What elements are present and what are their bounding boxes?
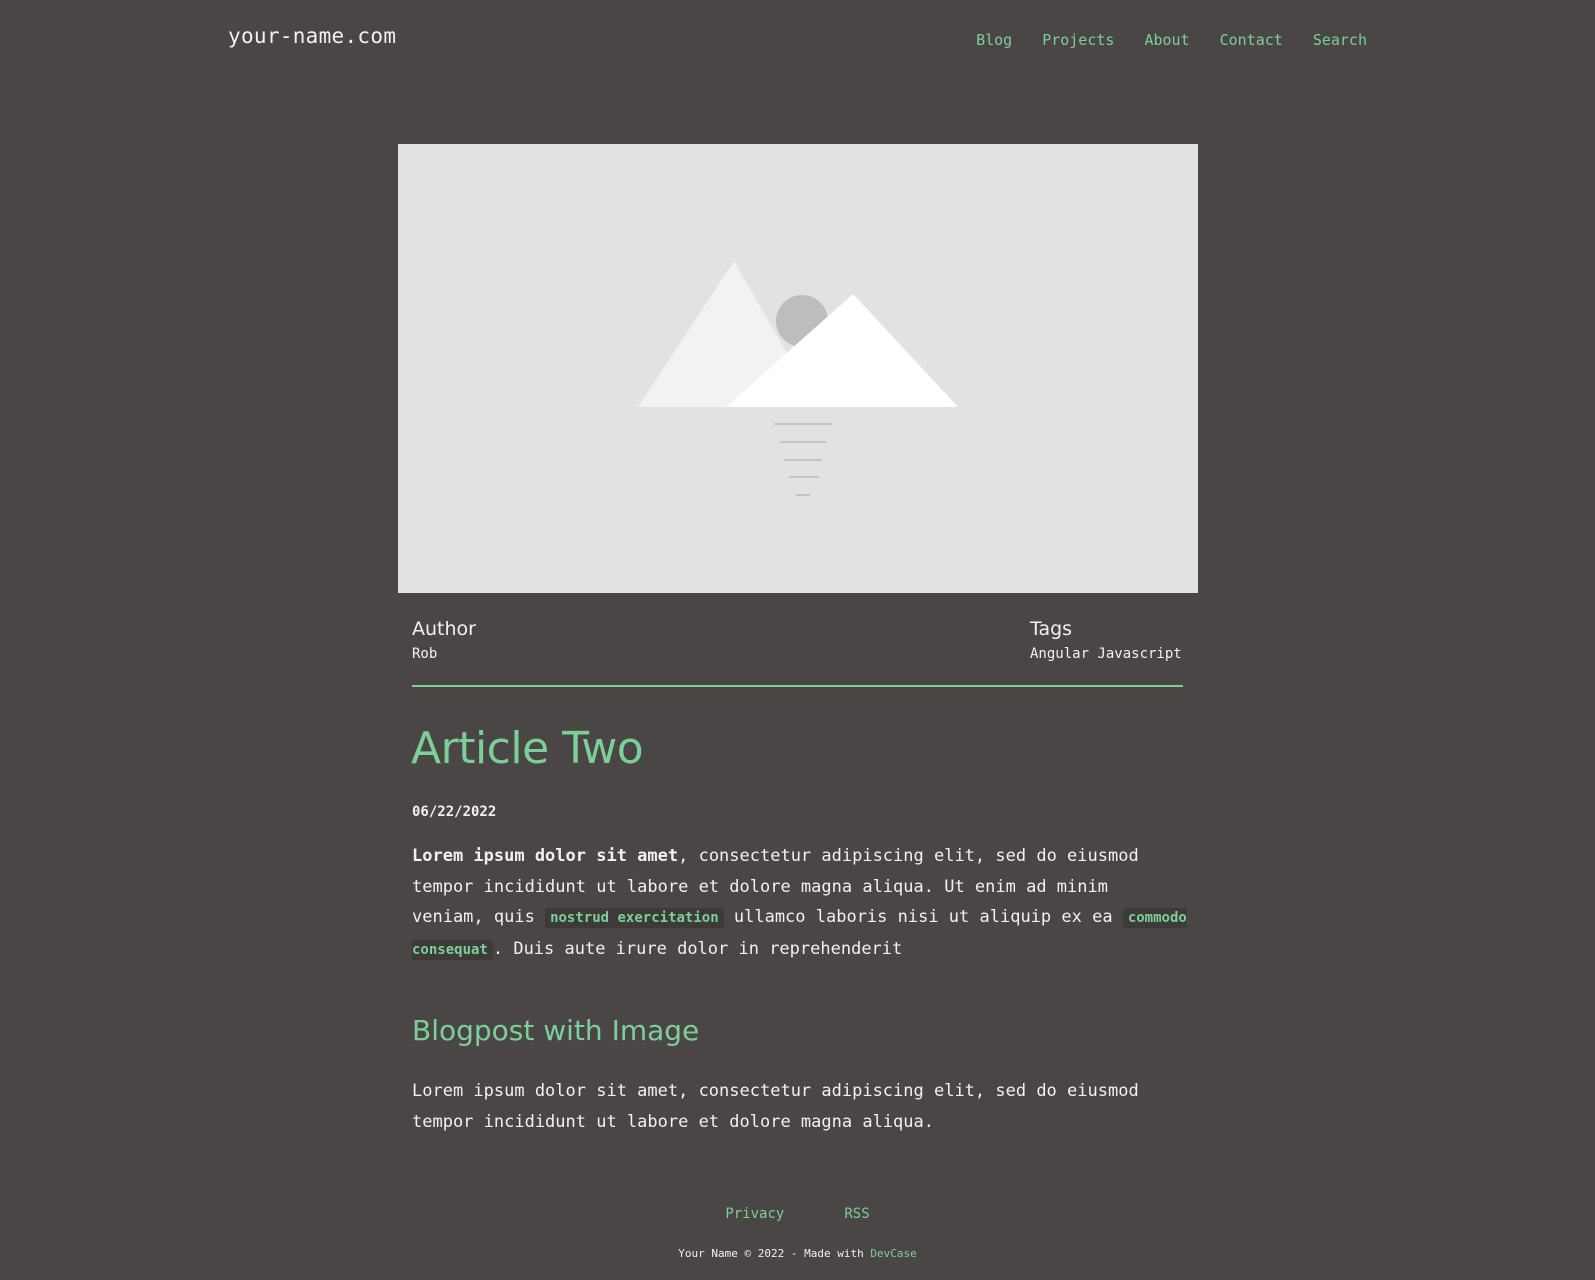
site-title-link[interactable]: your-name.com — [228, 24, 396, 48]
section-paragraph: Lorem ipsum dolor sit amet, consectetur … — [412, 1081, 1139, 1132]
accent-divider — [412, 685, 1183, 687]
main-nav: Blog Projects About Contact Search — [976, 31, 1367, 49]
footer-links: Privacy RSS — [0, 1206, 1595, 1222]
footer-privacy-link[interactable]: Privacy — [725, 1206, 784, 1222]
author-name: Rob — [412, 646, 438, 662]
copyright-text: Your Name © 2022 - Made with — [678, 1247, 871, 1260]
article-paragraph: Lorem ipsum dolor sit amet, consectetur … — [412, 841, 1187, 965]
nav-contact[interactable]: Contact — [1220, 31, 1283, 49]
article-title: Article Two — [411, 723, 644, 774]
copyright-notice: Your Name © 2022 - Made with DevCase — [0, 1247, 1595, 1260]
footer-rss-link[interactable]: RSS — [844, 1206, 869, 1222]
tags-list: Angular Javascript — [1030, 646, 1182, 662]
article-date: 06/22/2022 — [412, 804, 497, 820]
tags-label: Tags — [1030, 618, 1073, 640]
devcase-link[interactable]: DevCase — [870, 1247, 916, 1260]
hero-image — [398, 144, 1198, 593]
nav-projects[interactable]: Projects — [1042, 31, 1114, 49]
author-label: Author — [412, 618, 476, 640]
author-block: Author Rob — [412, 618, 476, 662]
paragraph-text: ullamco laboris nisi ut aliquip ex ea — [723, 907, 1123, 927]
section-heading: Blogpost with Image — [412, 1014, 700, 1047]
image-placeholder-icon — [638, 261, 958, 496]
inline-code: nostrud exercitation — [545, 908, 724, 928]
bold-lead-text: Lorem ipsum dolor sit amet — [412, 846, 679, 866]
nav-blog[interactable]: Blog — [976, 31, 1012, 49]
paragraph-text: . Duis aute irure dolor in reprehenderit — [492, 938, 903, 959]
tags-block: Tags Angular Javascript — [1030, 618, 1182, 662]
nav-about[interactable]: About — [1144, 31, 1189, 49]
nav-search[interactable]: Search — [1313, 31, 1367, 49]
